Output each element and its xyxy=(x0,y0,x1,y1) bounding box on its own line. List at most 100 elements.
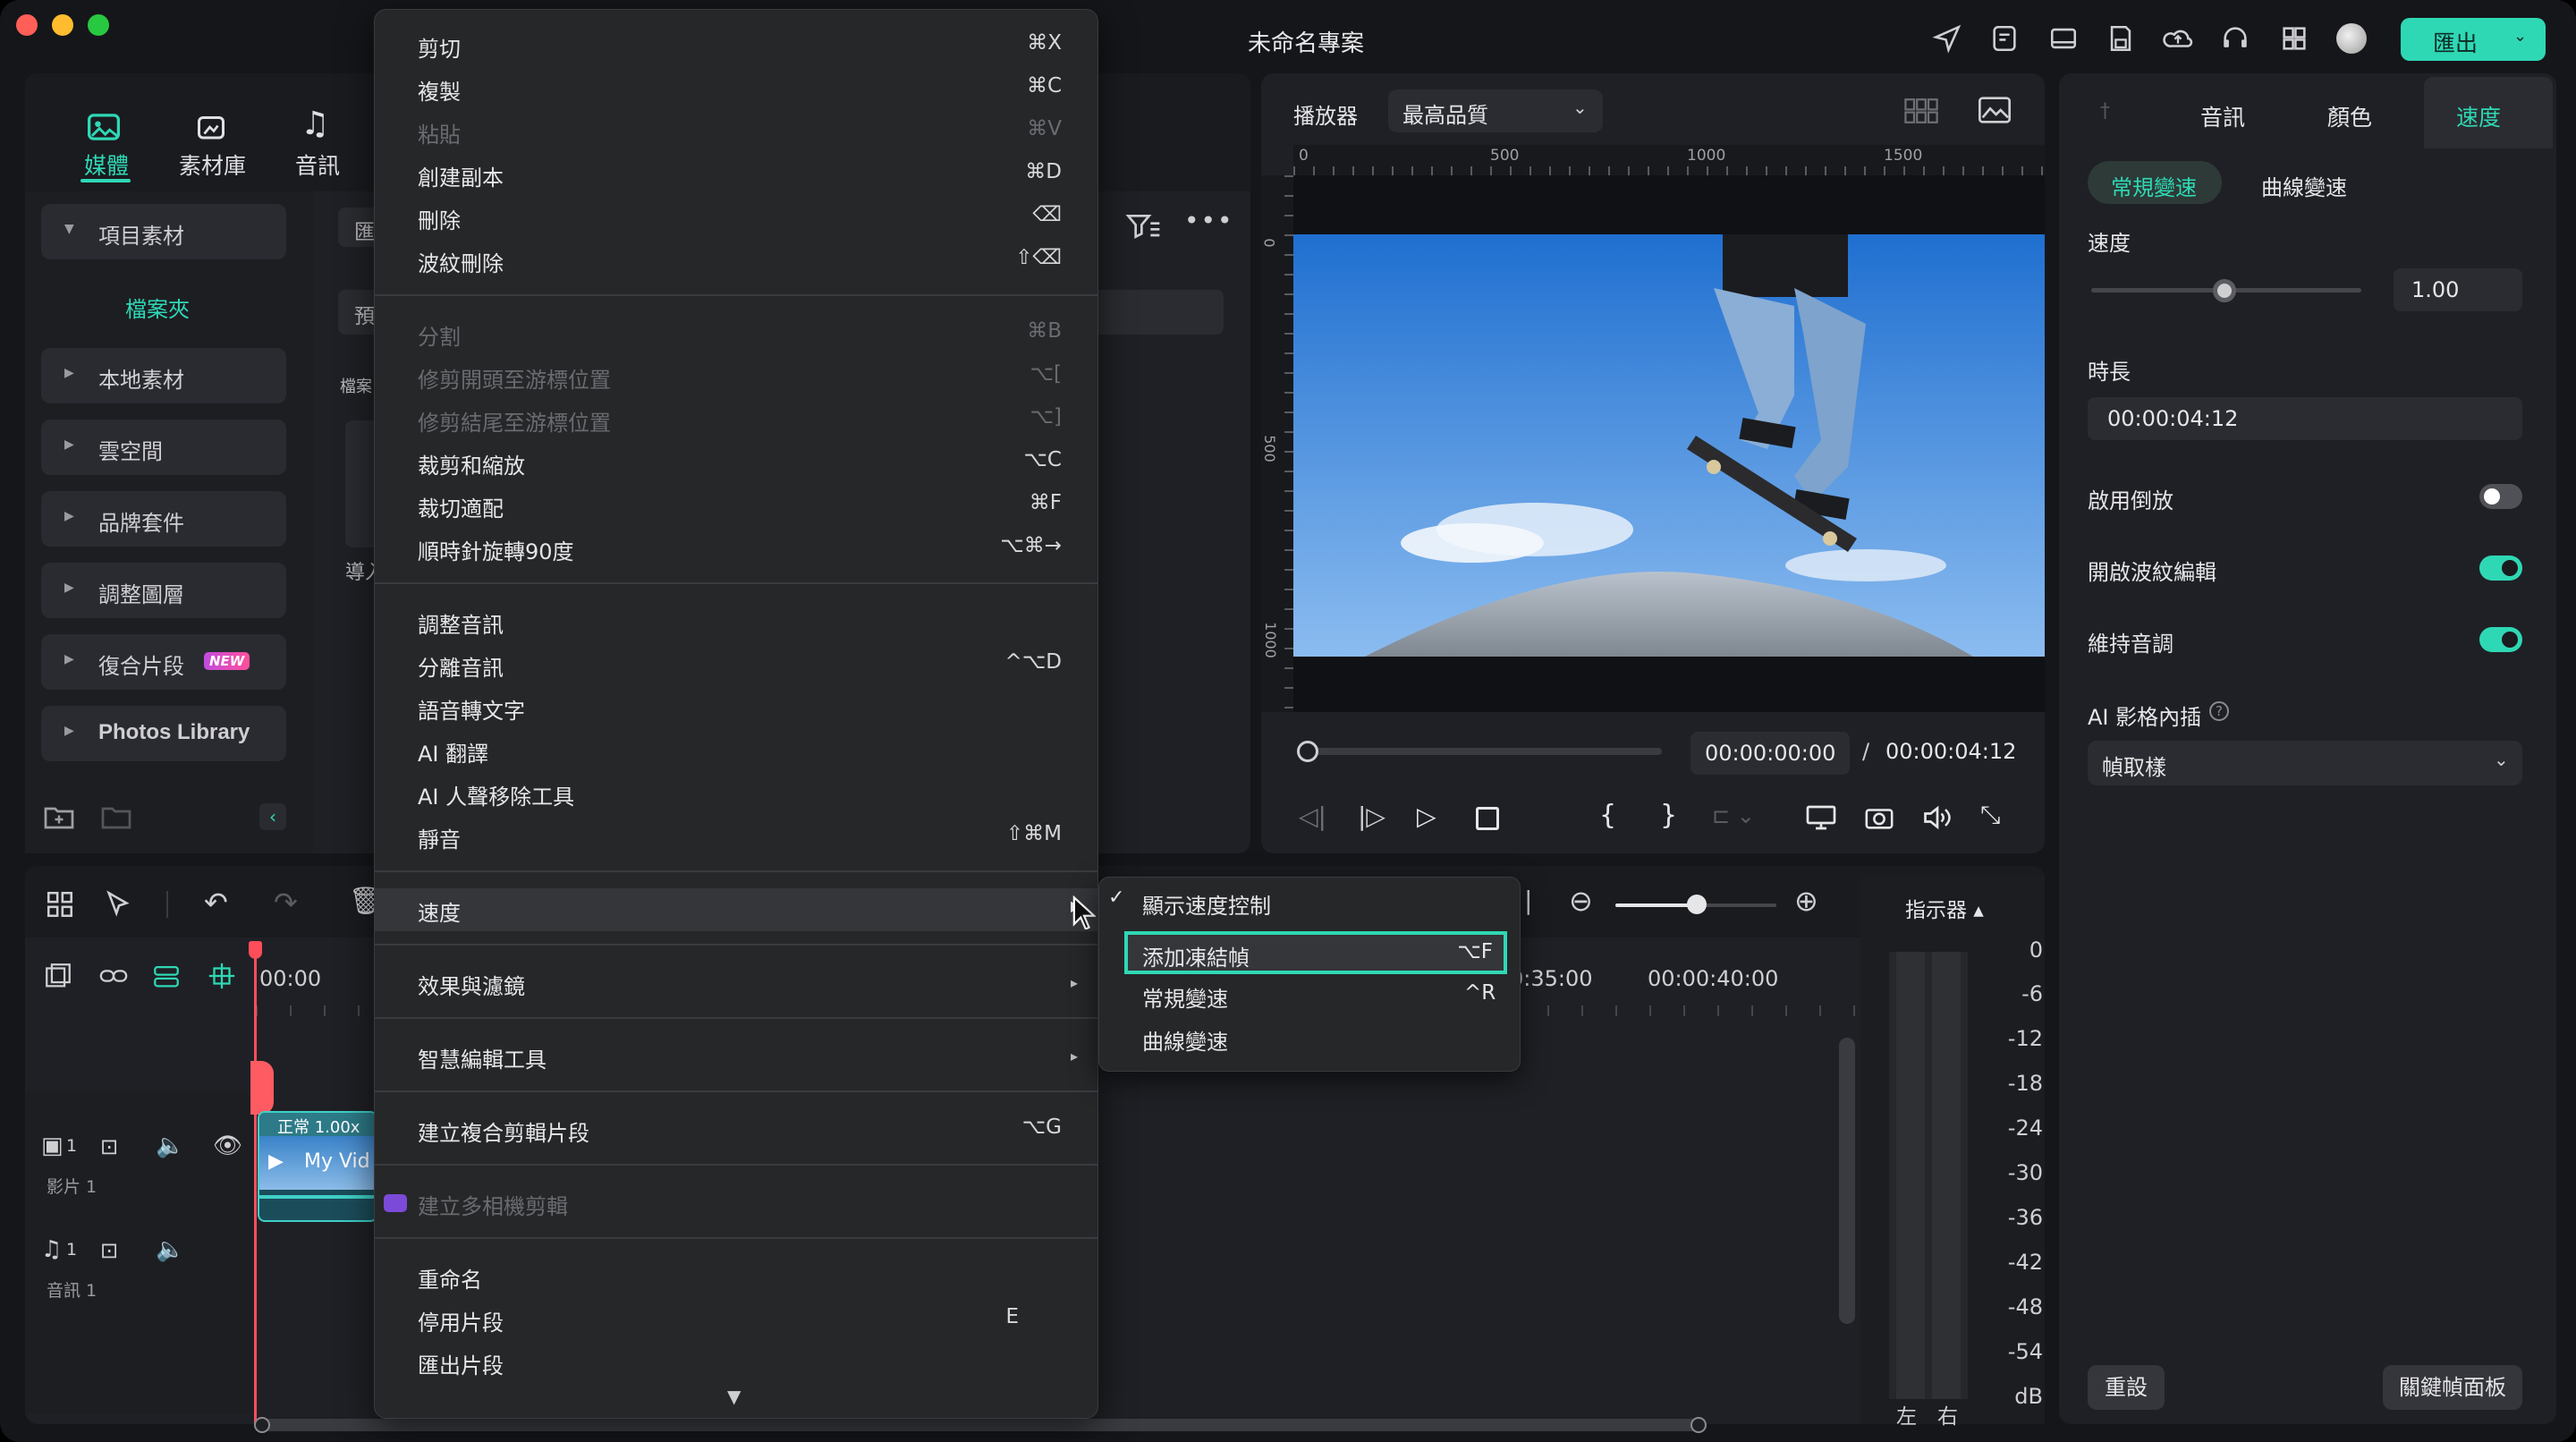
menu-item-delete[interactable]: 刪除 xyxy=(418,203,461,234)
cloud-upload-icon[interactable] xyxy=(2163,23,2193,54)
more-options-icon[interactable]: ••• xyxy=(1184,206,1234,235)
menu-item-ai-translate[interactable]: AI 翻譯 xyxy=(418,736,488,768)
sidebar-item-brand-kit[interactable]: ▶ 品牌套件 xyxy=(41,491,286,547)
scroll-handle-right[interactable] xyxy=(1690,1417,1707,1433)
help-icon[interactable]: ? xyxy=(2209,701,2229,721)
play-reverse-icon[interactable]: |▷ xyxy=(1358,802,1385,831)
submenu-item-show-speed[interactable]: 顯示速度控制 xyxy=(1142,888,1271,920)
duration-input[interactable]: 00:00:04:12 xyxy=(2088,397,2522,440)
image-icon[interactable] xyxy=(1977,95,2012,125)
current-time-field[interactable]: 00:00:00:00 xyxy=(1690,732,1850,775)
export-button[interactable]: 匯出 ⌄ xyxy=(2401,18,2546,61)
menu-item-crop-fit[interactable]: 裁切適配 xyxy=(418,491,504,522)
split-icon[interactable]: | xyxy=(1524,886,1532,915)
submenu-item-freeze-frame[interactable]: 添加凍結幀 ⌥F xyxy=(1124,931,1507,974)
menu-item-duplicate[interactable]: 創建副本 xyxy=(418,160,504,191)
menu-item-vocal-remover[interactable]: AI 人聲移除工具 xyxy=(418,779,574,810)
tab-media[interactable]: 媒體 xyxy=(77,106,134,182)
volume-icon[interactable] xyxy=(1921,803,1953,832)
speed-slider-thumb[interactable] xyxy=(2213,279,2236,302)
play-icon[interactable]: ▷ xyxy=(1417,802,1436,831)
menu-item-disable-clip[interactable]: 停用片段 xyxy=(418,1305,504,1336)
magnet-track-icon[interactable] xyxy=(150,961,182,991)
menu-item-speech-to-text[interactable]: 語音轉文字 xyxy=(418,693,525,725)
grid-view-icon[interactable] xyxy=(1903,97,1939,125)
menu-item-copy[interactable]: 複製 xyxy=(418,74,461,106)
meter-toggle[interactable]: 指示器 ▴ xyxy=(1905,893,1984,923)
menu-item-mute[interactable]: 靜音 xyxy=(418,822,461,853)
avatar[interactable] xyxy=(2336,23,2367,54)
menu-item-effects[interactable]: 效果與濾鏡 xyxy=(418,969,525,1000)
collapse-sidebar-button[interactable]: ‹ xyxy=(259,803,286,830)
grid-icon[interactable] xyxy=(2279,23,2309,54)
menu-item-smart-tools[interactable]: 智慧編輯工具 xyxy=(418,1042,547,1073)
stop-icon[interactable] xyxy=(1476,807,1499,830)
playhead[interactable] xyxy=(254,941,257,1424)
undo-icon[interactable]: ↶ xyxy=(204,886,228,920)
sidebar-item-folder[interactable]: 檔案夾 xyxy=(125,292,190,323)
zoom-in-icon[interactable]: ⊕ xyxy=(1794,884,1818,918)
timeline-horizontal-scrollbar[interactable] xyxy=(259,1419,1699,1431)
menu-item-compound-clip[interactable]: 建立複合剪輯片段 xyxy=(418,1115,589,1147)
keep-pitch-toggle[interactable] xyxy=(2479,627,2522,652)
remove-folder-icon[interactable] xyxy=(100,803,132,830)
minimize-window-button[interactable] xyxy=(52,14,73,36)
send-icon[interactable] xyxy=(1932,23,1962,54)
select-tool-icon[interactable] xyxy=(102,889,136,920)
playback-scrubber[interactable] xyxy=(1297,741,1318,762)
zoom-slider-thumb[interactable] xyxy=(1687,895,1707,914)
sidebar-item-cloud[interactable]: ▶ 雲空間 xyxy=(41,420,286,475)
quality-select[interactable]: 最高品質 ⌄ xyxy=(1388,89,1603,132)
task-icon[interactable] xyxy=(1989,23,2020,54)
scroll-handle-left[interactable] xyxy=(254,1417,270,1433)
sidebar-item-photos[interactable]: ▶ Photos Library xyxy=(41,706,286,761)
zoom-out-icon[interactable]: ⊖ xyxy=(1569,884,1593,918)
redo-icon[interactable]: ↷ xyxy=(274,886,298,920)
tab-overflow-icon[interactable]: † xyxy=(2100,100,2110,123)
snapshot-icon[interactable] xyxy=(1864,803,1894,832)
sidebar-item-local[interactable]: ▶ 本地素材 xyxy=(41,348,286,403)
insert-icon[interactable]: ⊏ ⌄ xyxy=(1712,803,1755,828)
sidebar-item-compound[interactable]: ▶ 復合片段 NEW xyxy=(41,634,286,690)
menu-item-rename[interactable]: 重命名 xyxy=(418,1262,482,1294)
snap-icon[interactable] xyxy=(206,961,238,991)
filter-icon[interactable] xyxy=(1125,211,1161,242)
submenu-item-curve-speed[interactable]: 曲線變速 xyxy=(1142,1024,1228,1056)
prev-frame-icon[interactable]: ◁| xyxy=(1299,802,1326,831)
headset-icon[interactable] xyxy=(2220,23,2250,54)
sidebar-item-project-media[interactable]: ▼ 項目素材 xyxy=(41,204,286,259)
menu-scroll-down-icon[interactable]: ▼ xyxy=(727,1386,741,1407)
save-icon[interactable] xyxy=(2106,23,2136,54)
keyframe-panel-button[interactable]: 關鍵幀面板 xyxy=(2383,1365,2522,1410)
maximize-window-button[interactable] xyxy=(88,14,109,36)
tab-speed[interactable]: 速度 xyxy=(2424,77,2553,148)
reverse-toggle[interactable] xyxy=(2479,484,2522,509)
layout-grid-icon[interactable] xyxy=(45,889,75,920)
mark-in-icon[interactable]: { xyxy=(1599,800,1616,831)
submenu-item-normal-speed[interactable]: 常規變速 xyxy=(1142,981,1228,1013)
timeline-vertical-scrollbar[interactable] xyxy=(1839,1038,1855,1324)
tab-audio-inspector[interactable]: 音訊 xyxy=(2200,100,2245,132)
speed-input[interactable]: 1.00 xyxy=(2394,268,2522,311)
menu-item-ripple-delete[interactable]: 波紋刪除 xyxy=(418,246,504,277)
playhead-handle[interactable] xyxy=(249,941,262,959)
new-folder-icon[interactable] xyxy=(43,803,75,830)
menu-item-export-clip[interactable]: 匯出片段 xyxy=(418,1348,504,1379)
add-track-icon[interactable] xyxy=(43,961,73,991)
mark-out-icon[interactable]: } xyxy=(1660,800,1677,831)
menu-item-detach-audio[interactable]: 分離音訊 xyxy=(418,650,504,682)
layout-icon[interactable] xyxy=(2048,23,2079,54)
eye-icon[interactable]: 👁 xyxy=(213,1132,242,1159)
sidebar-item-adjustment[interactable]: ▶ 調整圖層 xyxy=(41,563,286,618)
menu-item-adjust-audio[interactable]: 調整音訊 xyxy=(418,607,504,639)
lock-icon[interactable]: ⊡ xyxy=(100,1238,118,1263)
menu-item-rotate[interactable]: 順時針旋轉90度 xyxy=(418,534,574,565)
tab-audio[interactable]: ♫ 音訊 xyxy=(292,106,349,181)
video-clip[interactable]: 正常 1.00x ▶ My Vid xyxy=(258,1111,377,1222)
menu-item-crop-zoom[interactable]: 裁剪和縮放 xyxy=(418,448,525,479)
close-window-button[interactable] xyxy=(16,14,38,36)
lock-icon[interactable]: ⊡ xyxy=(100,1134,118,1159)
normal-speed-tab[interactable]: 常規變速 xyxy=(2088,161,2222,204)
display-icon[interactable] xyxy=(1805,803,1837,832)
reset-button[interactable]: 重設 xyxy=(2088,1365,2165,1410)
